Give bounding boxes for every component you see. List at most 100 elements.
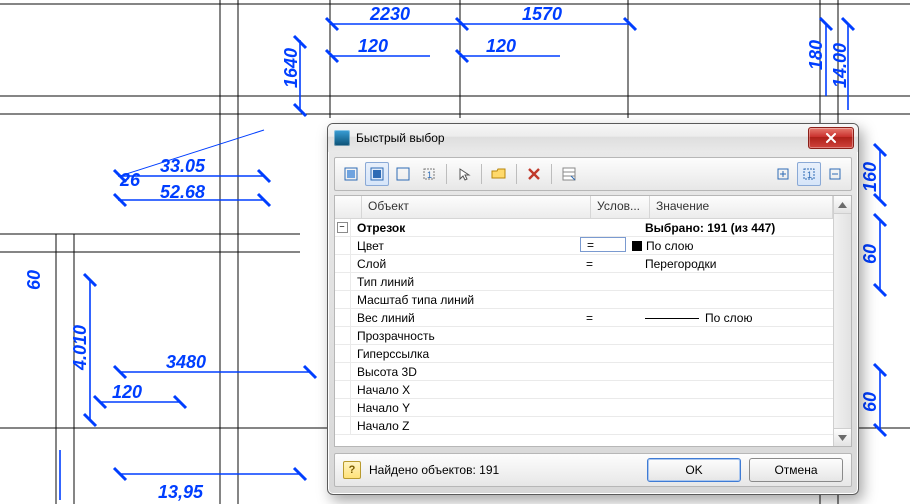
tool-filter1-icon[interactable]: 1 xyxy=(417,162,441,186)
cell-value xyxy=(639,327,833,344)
dim-3305: 33.05 xyxy=(160,156,206,176)
cell-object: Цвет xyxy=(350,237,580,254)
grid-row[interactable]: –Отрезок Выбрано: 191 (из 447) xyxy=(335,219,833,237)
dim-120b: 120 xyxy=(486,36,516,56)
grid-row[interactable]: Тип линий xyxy=(335,273,833,291)
cell-object: Отрезок xyxy=(350,219,580,236)
svg-text:1: 1 xyxy=(427,170,432,180)
cell-object: Прозрачность xyxy=(350,327,580,344)
app-icon xyxy=(334,130,350,146)
dim-120c: 120 xyxy=(112,382,142,402)
cell-object: Высота 3D xyxy=(350,363,580,380)
cell-value: По слою xyxy=(639,309,833,326)
cell-condition xyxy=(580,363,639,380)
grid-row[interactable]: Цвет=По слою xyxy=(335,237,833,255)
dialog-statusbar: ? Найдено объектов: 191 OK Отмена xyxy=(334,453,852,487)
cell-condition xyxy=(580,399,639,416)
dim-60a: 60 xyxy=(860,244,880,264)
cell-object: Слой xyxy=(350,255,580,272)
cell-condition xyxy=(580,381,639,398)
svg-text:1: 1 xyxy=(807,170,812,180)
grid-row[interactable]: Вес линий=По слою xyxy=(335,309,833,327)
col-value[interactable]: Значение xyxy=(650,196,833,218)
dim-120a: 120 xyxy=(358,36,388,56)
scroll-down-icon[interactable] xyxy=(834,428,851,446)
cell-object: Вес линий xyxy=(350,309,580,326)
dim-1395: 13,95 xyxy=(158,482,204,502)
dim-1570: 1570 xyxy=(522,4,562,24)
dim-26: 26 xyxy=(119,170,141,190)
scroll-up-icon[interactable] xyxy=(834,196,851,214)
cell-object: Гиперссылка xyxy=(350,345,580,362)
dim-180: 180 xyxy=(806,40,826,70)
tool-select-current-icon[interactable] xyxy=(365,162,389,186)
dim-3480: 3480 xyxy=(166,352,206,372)
grid-row[interactable]: Высота 3D xyxy=(335,363,833,381)
tool-pick-icon[interactable] xyxy=(452,162,476,186)
tool-properties-icon[interactable] xyxy=(557,162,581,186)
tool-collapse-icon[interactable] xyxy=(823,162,847,186)
cell-condition xyxy=(580,327,639,344)
cell-value: Выбрано: 191 (из 447) xyxy=(639,219,833,236)
cell-value xyxy=(639,417,833,434)
tool-select-none-icon[interactable] xyxy=(391,162,415,186)
dim-1400: 14.00 xyxy=(830,43,850,88)
cell-condition xyxy=(580,345,639,362)
cell-value xyxy=(639,381,833,398)
grid-row[interactable]: Слой=Перегородки xyxy=(335,255,833,273)
grid-row[interactable]: Прозрачность xyxy=(335,327,833,345)
collapse-group-icon[interactable]: – xyxy=(337,222,348,233)
col-object[interactable]: Объект xyxy=(362,196,591,218)
tool-expand-icon[interactable] xyxy=(771,162,795,186)
lineweight-icon xyxy=(645,318,699,319)
grid-row[interactable]: Гиперссылка xyxy=(335,345,833,363)
dim-60c: 60 xyxy=(860,392,880,412)
dialog-title: Быстрый выбор xyxy=(356,131,445,145)
dim-4010: 4.010 xyxy=(70,325,90,371)
close-button[interactable] xyxy=(808,127,854,149)
cell-condition xyxy=(580,219,639,236)
grid-scrollbar[interactable] xyxy=(833,196,851,446)
grid-header: Объект Услов... Значение xyxy=(335,196,833,219)
dim-60b: 60 xyxy=(24,270,44,290)
cell-value xyxy=(639,273,833,290)
ok-button[interactable]: OK xyxy=(647,458,741,482)
color-swatch-icon xyxy=(632,241,642,251)
grid-row[interactable]: Начало X xyxy=(335,381,833,399)
tool-folder-open-icon[interactable] xyxy=(487,162,511,186)
cell-value: По слою xyxy=(626,237,833,254)
property-grid: Объект Услов... Значение –Отрезок Выбрано… xyxy=(334,195,852,447)
cell-condition: = xyxy=(580,309,639,326)
cell-object: Тип линий xyxy=(350,273,580,290)
cell-value: Перегородки xyxy=(639,255,833,272)
cell-value xyxy=(639,399,833,416)
dim-2230: 2230 xyxy=(369,4,410,24)
cell-object: Начало Z xyxy=(350,417,580,434)
cell-condition[interactable]: = xyxy=(580,237,626,252)
cell-object: Масштаб типа линий xyxy=(350,291,580,308)
grid-row[interactable]: Масштаб типа линий xyxy=(335,291,833,309)
cell-value xyxy=(639,291,833,308)
quick-select-dialog: Быстрый выбор 1 1 Объект Услов... Значен… xyxy=(327,123,859,495)
tool-delete-icon[interactable] xyxy=(522,162,546,186)
cell-condition: = xyxy=(580,255,639,272)
help-icon[interactable]: ? xyxy=(343,461,361,479)
cell-condition xyxy=(580,417,639,434)
cell-object: Начало Y xyxy=(350,399,580,416)
cell-value xyxy=(639,363,833,380)
cell-value xyxy=(639,345,833,362)
tool-select-all-icon[interactable] xyxy=(339,162,363,186)
dim-1640: 1640 xyxy=(281,48,301,88)
grid-row[interactable]: Начало Y xyxy=(335,399,833,417)
col-condition[interactable]: Услов... xyxy=(591,196,650,218)
cancel-button[interactable]: Отмена xyxy=(749,458,843,482)
cell-condition xyxy=(580,291,639,308)
dim-160: 160 xyxy=(860,162,880,192)
cell-condition xyxy=(580,273,639,290)
dialog-toolbar: 1 1 xyxy=(334,157,852,191)
dim-5268: 52.68 xyxy=(160,182,205,202)
grid-row[interactable]: Начало Z xyxy=(335,417,833,435)
cell-object: Начало X xyxy=(350,381,580,398)
tool-filter2-icon[interactable]: 1 xyxy=(797,162,821,186)
dialog-titlebar[interactable]: Быстрый выбор xyxy=(328,124,858,152)
